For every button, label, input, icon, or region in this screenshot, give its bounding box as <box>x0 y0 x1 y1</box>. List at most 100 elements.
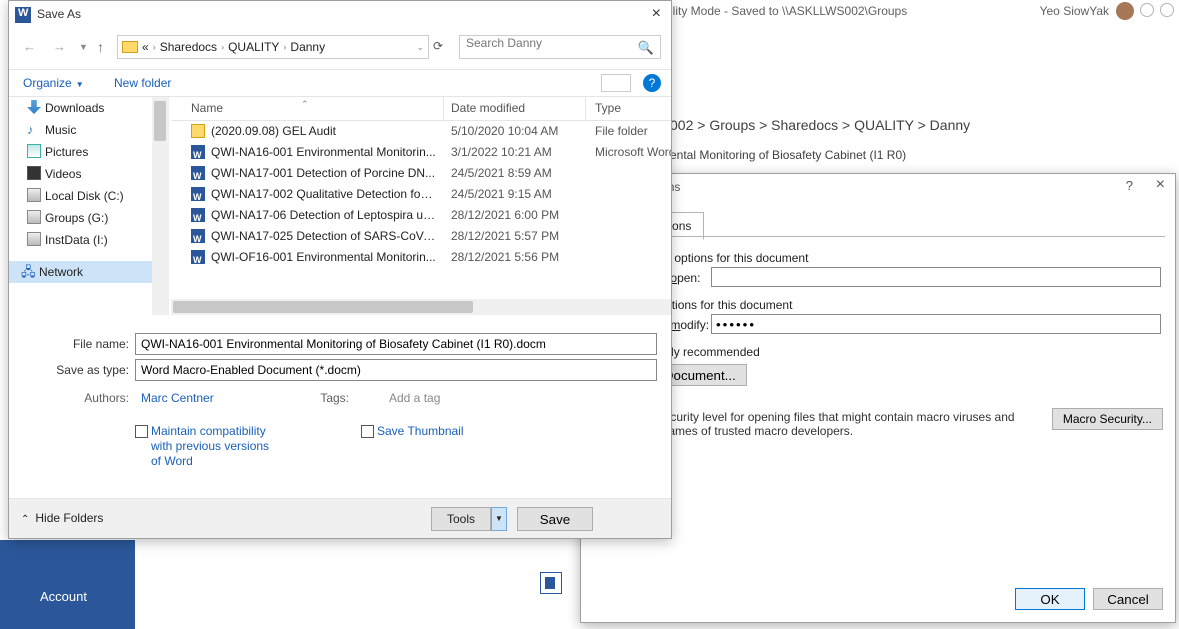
tree-item-instdata-i-[interactable]: InstData (I:) <box>9 229 168 251</box>
authors-value[interactable]: Marc Centner <box>141 391 214 405</box>
folder-tree[interactable]: Downloads♪Music Pictures Videos Local Disk … <box>9 97 169 315</box>
save-thumbnail-checkbox[interactable] <box>361 425 374 438</box>
file-name: QWI-NA17-001 Detection of Porcine DN... <box>211 163 436 184</box>
organize-button[interactable]: Organize▼ <box>23 76 84 90</box>
tree-item-label: Music <box>45 123 76 137</box>
breadcrumb[interactable]: « › Sharedocs › QUALITY › Danny ⌄ <box>117 35 429 59</box>
list-item[interactable]: QWI-OF16-001 Environmental Monitorin...2… <box>171 247 671 268</box>
filename-label: File name: <box>49 337 129 351</box>
tree-item-groups-g-[interactable]: Groups (G:) <box>9 207 168 229</box>
up-icon[interactable]: ↑ <box>97 39 104 55</box>
list-item[interactable]: QWI-NA17-002 Qualitative Detection for .… <box>171 184 671 205</box>
hide-folders-button[interactable]: ⌃Hide Folders <box>21 511 103 525</box>
filetype-select[interactable] <box>135 359 657 381</box>
breadcrumb-part[interactable]: QUALITY <box>228 40 279 54</box>
file-type: File folder <box>595 121 648 142</box>
file-name: QWI-NA17-002 Qualitative Detection for .… <box>211 184 436 205</box>
chevron-down-icon[interactable]: ⌄ <box>416 42 424 53</box>
word-document-icon <box>191 166 205 180</box>
col-divider[interactable] <box>585 97 586 121</box>
tags-value[interactable]: Add a tag <box>389 391 440 405</box>
tree-item-pictures[interactable]: Pictures <box>9 141 168 163</box>
file-list[interactable]: Name ⌃ Date modified Type (2020.09.08) G… <box>171 97 671 315</box>
section-sharing-label: File sharing options for this document <box>593 298 1163 312</box>
col-date[interactable]: Date modified <box>451 101 525 115</box>
scroll-thumb[interactable] <box>173 301 473 313</box>
password-modify-input[interactable] <box>711 314 1161 334</box>
breadcrumb-part[interactable]: Sharedocs <box>160 40 217 54</box>
file-date: 24/5/2021 9:15 AM <box>451 184 552 205</box>
maintain-compat-checkbox[interactable] <box>135 425 148 438</box>
list-item[interactable]: (2020.09.08) GEL Audit5/10/2020 10:04 AM… <box>171 121 671 142</box>
tree-item-music[interactable]: ♪Music <box>9 119 168 141</box>
network-icon: 🖧 <box>21 264 35 278</box>
password-open-input[interactable] <box>711 267 1161 287</box>
breadcrumb-part[interactable]: Danny <box>290 40 325 54</box>
save-button[interactable]: Save <box>517 507 593 531</box>
col-name[interactable]: Name <box>191 101 223 115</box>
close-icon[interactable]: × <box>652 5 661 23</box>
scroll-thumb[interactable] <box>154 101 166 141</box>
list-item[interactable]: QWI-NA16-001 Environmental Monitorin...3… <box>171 142 671 163</box>
tree-item-label: InstData (I:) <box>45 233 108 247</box>
list-item[interactable]: QWI-NA17-06 Detection of Leptospira us..… <box>171 205 671 226</box>
tree-scrollbar[interactable] <box>152 97 168 315</box>
refresh-icon[interactable]: ⟳ <box>433 39 443 53</box>
authors-label: Authors: <box>69 391 129 405</box>
list-header: Name ⌃ Date modified Type <box>171 97 671 121</box>
word-username: Yeo SiowYak <box>1040 4 1109 18</box>
file-date: 28/12/2021 5:57 PM <box>451 226 559 247</box>
macro-security-button[interactable]: Macro Security... <box>1052 408 1163 430</box>
maintain-compat-label: Maintain compatibility with previous ver… <box>151 424 271 469</box>
tree-item-label: Pictures <box>45 145 88 159</box>
word-document-icon <box>191 250 205 264</box>
feedback-frown-icon[interactable] <box>1160 3 1174 17</box>
disk-icon <box>27 210 41 224</box>
col-divider[interactable] <box>443 97 444 121</box>
col-type[interactable]: Type <box>595 101 621 115</box>
backstage-account-link[interactable]: Account <box>40 589 87 604</box>
section-macro-label: Macro security <box>593 393 1163 407</box>
file-name: QWI-NA17-06 Detection of Leptospira us..… <box>211 205 436 226</box>
tags-label: Tags: <box>309 391 349 405</box>
cancel-button[interactable]: Cancel <box>1093 588 1163 610</box>
word-compat-status: ility Mode - Saved to \\ASKLLWS002\Group… <box>670 4 907 18</box>
file-date: 3/1/2022 10:21 AM <box>451 142 552 163</box>
section-encryption-label: File encryption options for this documen… <box>593 251 1163 265</box>
ok-button[interactable]: OK <box>1015 588 1085 610</box>
avatar[interactable] <box>1116 2 1134 20</box>
list-item[interactable]: QWI-NA17-001 Detection of Porcine DN...2… <box>171 163 671 184</box>
new-folder-button[interactable]: New folder <box>114 76 171 90</box>
titlebar: Save As × <box>9 1 671 31</box>
search-input[interactable]: Search Danny 🔍 <box>459 35 661 59</box>
recent-locations-icon[interactable]: ▼ <box>79 42 88 52</box>
tools-button[interactable]: Tools <box>431 507 491 531</box>
help-icon[interactable]: ? <box>643 74 661 92</box>
backstage-breadcrumb[interactable]: 002 > Groups > Sharedocs > QUALITY > Dan… <box>670 117 970 133</box>
filename-input[interactable] <box>135 333 657 355</box>
feedback-smile-icon[interactable] <box>1140 3 1154 17</box>
document-thumbnail-icon <box>540 572 562 594</box>
view-options-button[interactable] <box>601 74 631 92</box>
tree-item-videos[interactable]: Videos <box>9 163 168 185</box>
tree-item-downloads[interactable]: Downloads <box>9 97 168 119</box>
list-item[interactable]: QWI-NA17-025 Detection of SARS-CoV-2...2… <box>171 226 671 247</box>
help-icon[interactable]: ? <box>1126 178 1133 193</box>
list-h-scrollbar[interactable] <box>171 299 671 315</box>
download-icon <box>27 100 41 114</box>
back-icon[interactable]: ← <box>23 39 36 54</box>
breadcrumb-prefix: « <box>142 40 149 54</box>
tree-item-local-disk-c-[interactable]: Local Disk (C:) <box>9 185 168 207</box>
forward-icon[interactable]: → <box>53 39 66 54</box>
search-icon[interactable]: 🔍 <box>638 40 654 56</box>
tree-item-network[interactable]: 🖧Network <box>9 261 168 283</box>
tools-dropdown-icon[interactable]: ▼ <box>491 507 507 531</box>
word-document-icon <box>191 187 205 201</box>
folder-icon <box>122 41 138 53</box>
search-placeholder: Search Danny <box>466 36 542 50</box>
filetype-label: Save as type: <box>49 363 129 377</box>
tree-item-label: Videos <box>45 167 81 181</box>
close-icon[interactable]: × <box>1156 176 1165 194</box>
dialog-title: Save As <box>37 7 81 21</box>
disk-icon <box>27 188 41 202</box>
